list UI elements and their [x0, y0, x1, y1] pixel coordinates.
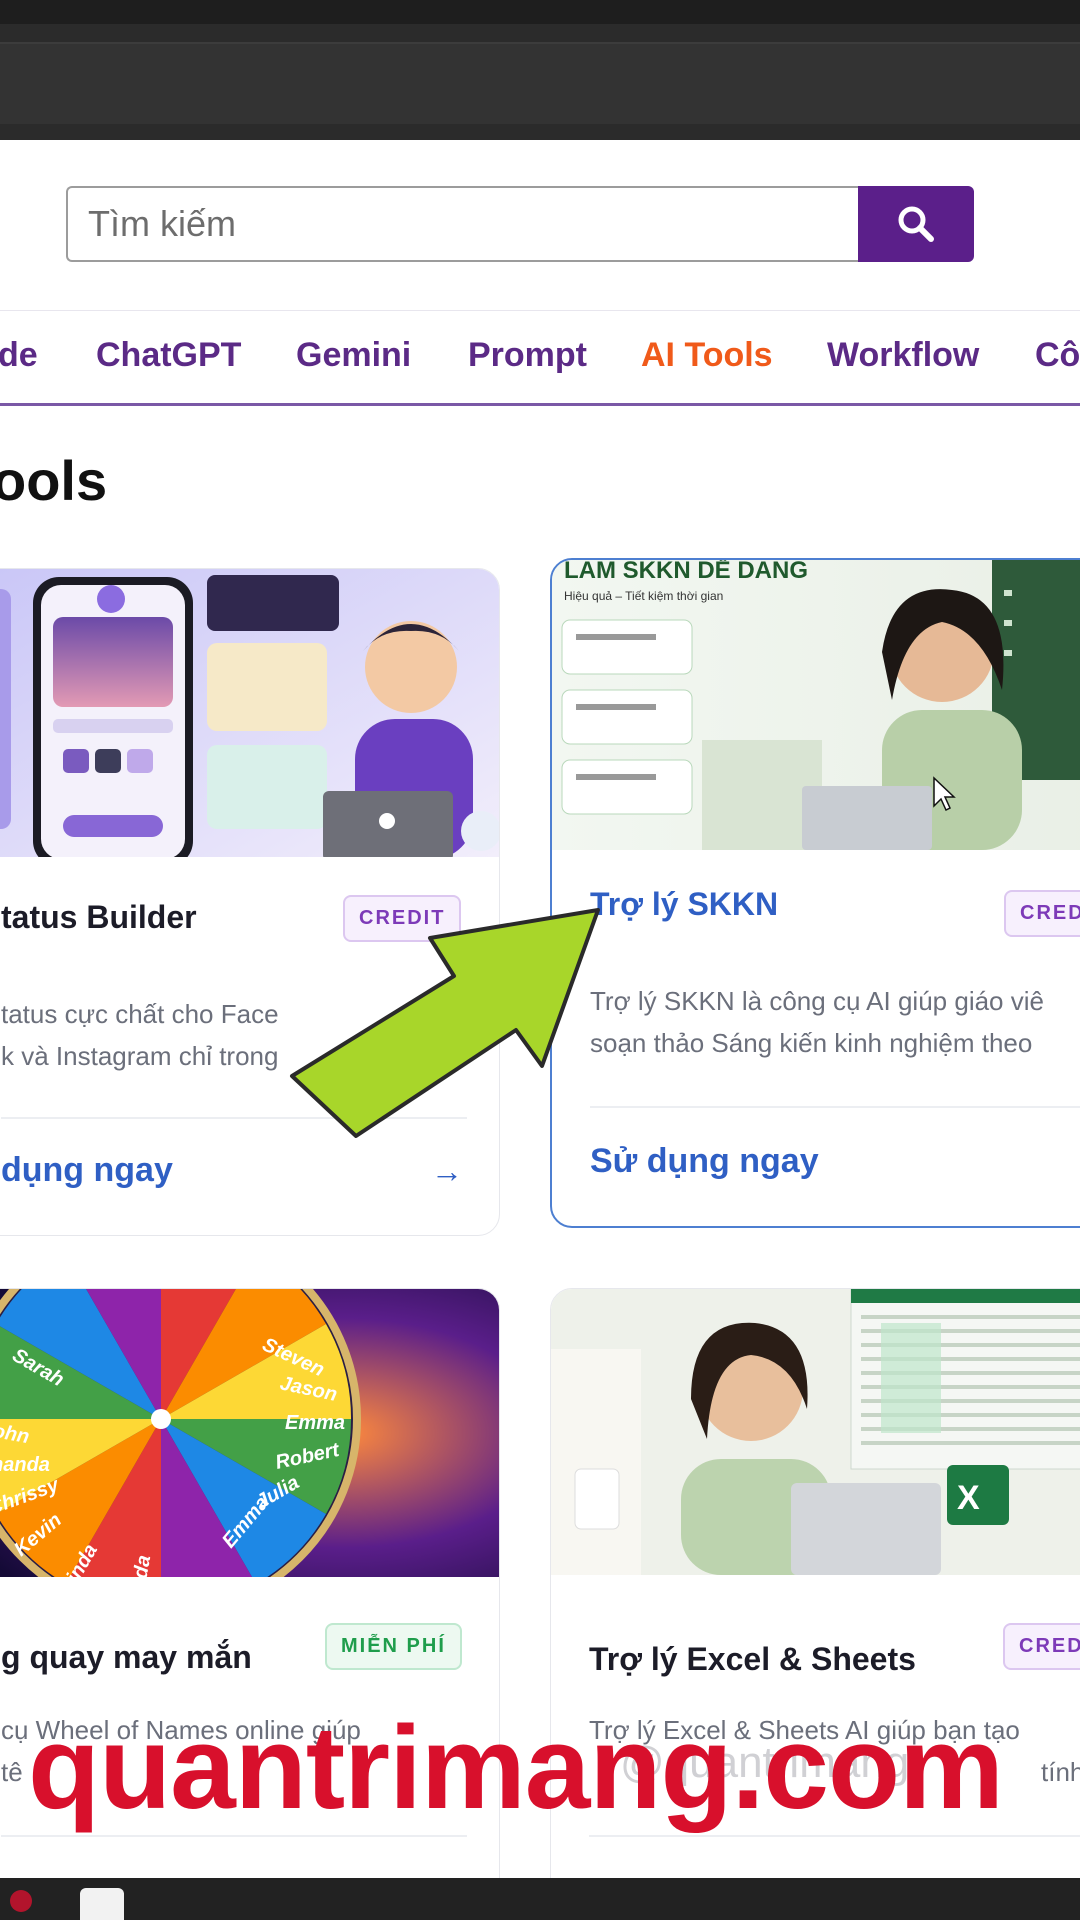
nav-divider [0, 310, 1080, 311]
excel-illustration: X [551, 1289, 1080, 1575]
card-image: John Amanda Chrissy Kevin Linda Linda Sa… [0, 1289, 499, 1577]
nav-item-chatgpt[interactable]: ChatGPT [96, 336, 241, 375]
nav-item-ai-tools[interactable]: AI Tools [641, 336, 773, 375]
card-description-line2: tính v [1041, 1757, 1080, 1787]
lucky-wheel-illustration: John Amanda Chrissy Kevin Linda Linda Sa… [0, 1289, 499, 1577]
search-icon [898, 206, 934, 242]
card-image [0, 569, 499, 857]
browser-tabstrip [0, 0, 1080, 24]
card-title: g quay may mắn [1, 1639, 252, 1675]
credit-badge: CRED [1003, 1623, 1080, 1670]
search-bar [66, 186, 974, 262]
card-divider [1, 1117, 467, 1119]
tool-card-skkn[interactable]: LÀM SKKN DỄ DÀNG Hiệu quả – Tiết kiệm th… [550, 558, 1080, 1228]
search-button[interactable] [858, 186, 974, 262]
card-image: X [551, 1289, 1080, 1575]
taskbar-app-icon[interactable] [10, 1890, 32, 1912]
card-description-line1: tatus cực chất cho Face [1, 999, 279, 1029]
site-watermark: quantrimang.com [28, 1702, 1004, 1834]
status-builder-illustration [0, 569, 499, 857]
skkn-illustration: LÀM SKKN DỄ DÀNG Hiệu quả – Tiết kiệm th… [552, 560, 1080, 850]
card-description-line2: tê [1, 1757, 23, 1787]
svg-text:X: X [957, 1479, 980, 1517]
skkn-banner-subtext: Hiệu quả – Tiết kiệm thời gian [564, 589, 723, 603]
card-description-line2: k và Instagram chỉ trong [1, 1041, 279, 1071]
search-input[interactable] [66, 186, 858, 262]
free-badge: MIỄN PHÍ [325, 1623, 462, 1670]
card-description-line2: soạn thảo Sáng kiến kinh nghiệm theo [590, 1028, 1033, 1058]
card-title: Trợ lý Excel & Sheets [589, 1641, 916, 1677]
card-image: LÀM SKKN DỄ DÀNG Hiệu quả – Tiết kiệm th… [552, 560, 1080, 850]
page-title: ools [0, 449, 108, 512]
nav-item-workflow[interactable]: Workflow [827, 336, 979, 375]
taskbar [0, 1878, 1080, 1920]
card-description-line1: Trợ lý SKKN là công cụ AI giúp giáo viê [590, 986, 1044, 1016]
arrow-right-icon[interactable]: → [431, 1153, 463, 1190]
category-nav: de ChatGPT Gemini Prompt AI Tools Workfl… [0, 312, 1080, 406]
tool-card-status-builder[interactable]: tatus Builder CREDIT tatus cực chất cho … [0, 568, 500, 1236]
browser-chrome [0, 0, 1080, 140]
wheel-name: Amanda [0, 1454, 50, 1476]
nav-item-gemini[interactable]: Gemini [296, 336, 411, 375]
taskbar-window-icon[interactable] [80, 1888, 124, 1920]
nav-item-prompt[interactable]: Prompt [468, 336, 587, 375]
skkn-banner-text: LÀM SKKN DỄ DÀNG [564, 560, 808, 584]
nav-item-guide[interactable]: de [0, 336, 38, 375]
use-now-link[interactable]: dụng ngay [1, 1151, 173, 1190]
browser-toolbar [0, 42, 1080, 124]
nav-item-more[interactable]: Cô [1035, 336, 1080, 375]
card-divider [590, 1106, 1080, 1108]
use-now-link[interactable]: Sử dụng ngay [590, 1142, 819, 1181]
wheel-name: Emma [285, 1412, 345, 1434]
card-title[interactable]: Trợ lý SKKN [590, 886, 778, 923]
card-title: tatus Builder [1, 899, 197, 935]
credit-badge: CREDIT [343, 895, 462, 942]
credit-badge: CRED [1004, 890, 1080, 937]
